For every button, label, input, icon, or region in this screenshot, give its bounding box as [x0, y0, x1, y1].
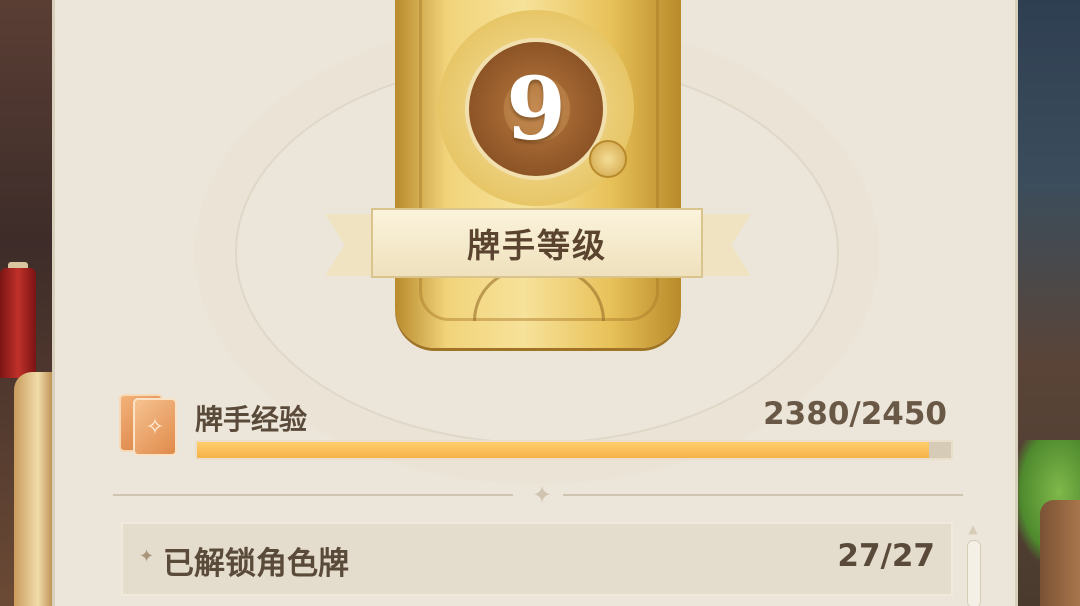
- experience-progress-bar: [195, 440, 953, 460]
- background-frame: [14, 372, 54, 606]
- experience-label: 牌手经验: [195, 403, 308, 436]
- card-player-panel: 9 牌手等级 ✧ 牌手经验 2380/2450 ✦ ✦ 已解锁角色牌 27/27…: [52, 0, 1018, 606]
- unlocked-character-cards-value: 27/27: [837, 538, 935, 574]
- card-deck-icon: ✧: [119, 394, 179, 456]
- card-level-number: 9: [506, 58, 566, 160]
- unlocked-character-cards-label: 已解锁角色牌: [163, 546, 349, 582]
- section-divider: ✦: [113, 482, 963, 508]
- sparkle-bullet-icon: ✦: [139, 546, 155, 567]
- scroll-up-icon[interactable]: ▲: [965, 523, 981, 535]
- level-badge: 9: [393, 0, 683, 353]
- level-ribbon: 牌手等级: [371, 208, 703, 278]
- experience-value: 2380/2450: [763, 396, 947, 432]
- unlocked-character-cards-row[interactable]: ✦ 已解锁角色牌 27/27: [121, 522, 953, 596]
- diamond-star-icon: ✦: [531, 481, 553, 509]
- background-staff: [1040, 500, 1080, 606]
- experience-progress-fill: [197, 442, 930, 458]
- card-level-title: 牌手等级: [467, 226, 607, 265]
- scrollbar[interactable]: [967, 540, 981, 606]
- background-bottle: [0, 268, 36, 378]
